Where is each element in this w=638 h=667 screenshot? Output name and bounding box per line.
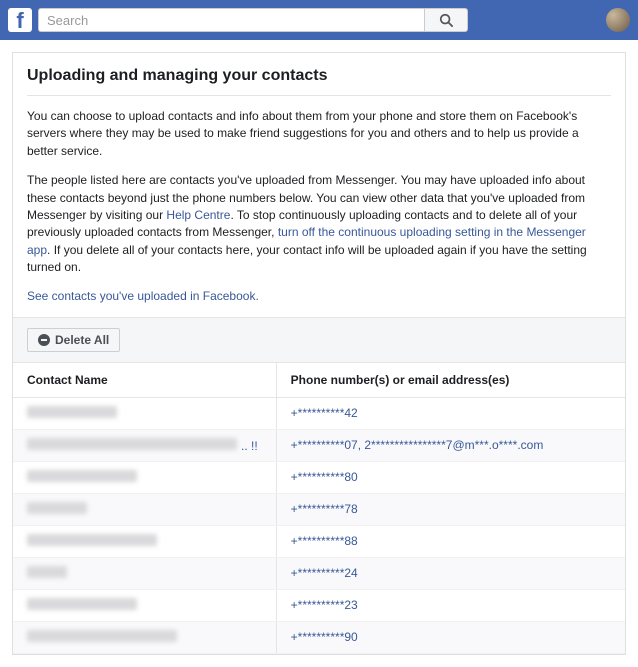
intro-paragraph-1: You can choose to upload contacts and in… <box>27 108 611 160</box>
delete-all-label: Delete All <box>55 333 109 347</box>
table-row: +**********23 <box>13 589 625 621</box>
search-wrap <box>38 8 468 32</box>
content-card: Uploading and managing your contacts You… <box>12 52 626 655</box>
contact-phone-cell: +**********07, 2****************7@m***.o… <box>276 429 625 461</box>
redacted-name <box>27 502 87 514</box>
contact-name-cell <box>13 525 276 557</box>
contact-phone-cell: +**********88 <box>276 525 625 557</box>
contact-phone-cell: +**********78 <box>276 493 625 525</box>
redacted-name <box>27 566 67 578</box>
search-icon <box>439 13 453 27</box>
contact-phone-cell: +**********23 <box>276 589 625 621</box>
table-row: .. !! +**********07, 2****************7@m… <box>13 429 625 461</box>
minus-circle-icon <box>38 334 50 346</box>
facebook-logo[interactable]: f <box>8 8 32 32</box>
redacted-name <box>27 438 237 450</box>
actions-row: Delete All <box>13 318 625 363</box>
contact-phone-cell: +**********42 <box>276 397 625 429</box>
contacts-table: Contact Name Phone number(s) or email ad… <box>13 363 625 654</box>
table-row: +**********80 <box>13 461 625 493</box>
contact-name-cell <box>13 557 276 589</box>
table-row: +**********90 <box>13 621 625 653</box>
redacted-name <box>27 406 117 418</box>
redacted-name <box>27 630 177 642</box>
search-button[interactable] <box>424 8 468 32</box>
topbar: f <box>0 0 638 40</box>
contact-phone-cell: +**********24 <box>276 557 625 589</box>
page-title: Uploading and managing your contacts <box>27 67 611 96</box>
contact-phone-cell: +**********80 <box>276 461 625 493</box>
delete-all-button[interactable]: Delete All <box>27 328 120 352</box>
intro-paragraph-2: The people listed here are contacts you'… <box>27 172 611 276</box>
contact-name-cell <box>13 589 276 621</box>
redacted-name <box>27 470 137 482</box>
contact-name-suffix: .. !! <box>241 439 258 453</box>
see-contacts-link[interactable]: See contacts you've uploaded in Facebook… <box>27 289 259 303</box>
contacts-section: Delete All Contact Name Phone number(s) … <box>13 317 625 654</box>
contact-name-cell <box>13 461 276 493</box>
table-row: +**********88 <box>13 525 625 557</box>
contact-name-cell <box>13 493 276 525</box>
table-row: +**********24 <box>13 557 625 589</box>
redacted-name <box>27 598 137 610</box>
col-header-name: Contact Name <box>13 363 276 398</box>
redacted-name <box>27 534 157 546</box>
contact-name-cell <box>13 621 276 653</box>
contact-name-cell: .. !! <box>13 429 276 461</box>
para2-text-c: . If you delete all of your contacts her… <box>27 243 587 274</box>
contact-phone-cell: +**********90 <box>276 621 625 653</box>
help-centre-link[interactable]: Help Centre <box>166 208 230 222</box>
search-input[interactable] <box>38 8 424 32</box>
table-row: +**********78 <box>13 493 625 525</box>
table-row: +**********42 <box>13 397 625 429</box>
contact-name-cell <box>13 397 276 429</box>
col-header-phone: Phone number(s) or email address(es) <box>276 363 625 398</box>
avatar[interactable] <box>606 8 630 32</box>
